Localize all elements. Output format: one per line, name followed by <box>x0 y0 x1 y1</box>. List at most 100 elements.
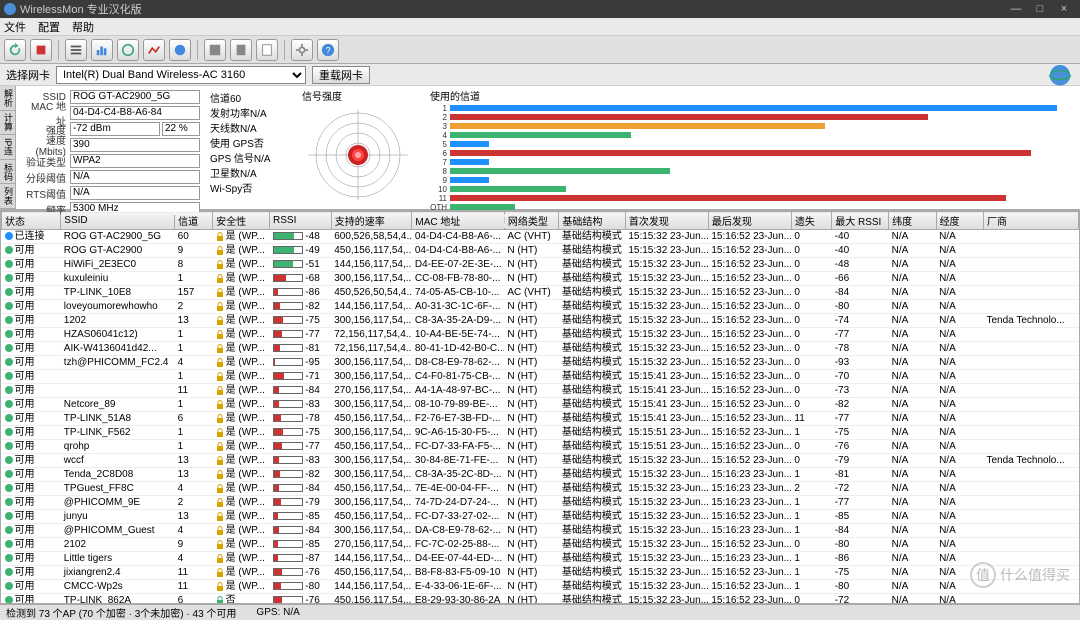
adapter-label: 选择网卡 <box>6 67 50 83</box>
signal-radar <box>298 105 418 205</box>
table-row[interactable]: 可用CMCC-Wp2s11是 (WP... -80144,156,117,54,… <box>2 580 1079 594</box>
table-row[interactable]: 已连接ROG GT-AC2900_5G60是 (WP... -48600,526… <box>2 230 1079 244</box>
table-row[interactable]: 可用TP-LINK_10E8157是 (WP... -86450,526,50,… <box>2 286 1079 300</box>
table-row[interactable]: 可用120213是 (WP... -75300,156,117,54,...C8… <box>2 314 1079 328</box>
table-row[interactable]: 可用Little tigers4是 (WP... -87144,156,117,… <box>2 552 1079 566</box>
rssi-bar <box>273 442 303 450</box>
toolbar-log-icon[interactable] <box>256 39 278 61</box>
status-dot-icon <box>5 358 13 366</box>
globe-icon <box>1046 61 1074 89</box>
col-last[interactable]: 最后发现 <box>708 212 791 230</box>
col-sec[interactable]: 安全性 <box>213 212 270 230</box>
menu-config[interactable]: 配置 <box>38 19 60 35</box>
table-row[interactable]: 可用kuxuleiniu1是 (WP... -68300,156,117,54,… <box>2 272 1079 286</box>
col-infra[interactable]: 基础结构 <box>559 212 625 230</box>
col-lon[interactable]: 经度 <box>936 212 983 230</box>
menu-help[interactable]: 帮助 <box>72 19 94 35</box>
toolbar-stop-icon[interactable] <box>30 39 52 61</box>
rssi-bar <box>273 554 303 562</box>
col-rates[interactable]: 支持的速率 <box>331 212 412 230</box>
channel-number: 7 <box>430 158 450 167</box>
ap-grid[interactable]: 状态SSID信道安全性RSSI支持的速率MAC 地址网络类型基础结构首次发现最后… <box>0 210 1080 604</box>
table-row[interactable]: 可用11是 (WP... -84270,156,117,54,...A4-1A-… <box>2 384 1079 398</box>
maximize-button[interactable]: □ <box>1028 3 1052 15</box>
col-maxr[interactable]: 最大 RSSI <box>832 212 889 230</box>
adapter-select[interactable]: Intel(R) Dual Band Wireless-AC 3160 <box>56 66 306 84</box>
reload-adapter-button[interactable]: 重载网卡 <box>312 66 370 84</box>
toolbar-refresh-icon[interactable] <box>4 39 26 61</box>
rssi-bar <box>273 512 303 520</box>
toolbar-chart-icon[interactable] <box>91 39 113 61</box>
table-row[interactable]: 可用jixiangren2.411是 (WP... -76450,156,117… <box>2 566 1079 580</box>
col-ssid[interactable]: SSID <box>61 212 175 230</box>
col-first[interactable]: 首次发现 <box>625 212 708 230</box>
col-net[interactable]: 网络类型 <box>504 212 559 230</box>
channel-bar <box>450 168 670 174</box>
toolbar-save-icon[interactable] <box>204 39 226 61</box>
toolbar-settings-icon[interactable] <box>291 39 313 61</box>
col-lost[interactable]: 遗失 <box>791 212 831 230</box>
tab-code[interactable]: 标码 <box>0 160 15 185</box>
table-row[interactable]: 可用Netcore_891是 (WP... -83300,156,117,54,… <box>2 398 1079 412</box>
toolbar-list-icon[interactable] <box>65 39 87 61</box>
tab-analysis[interactable]: 解析 <box>0 86 15 111</box>
channel-bar <box>450 186 566 192</box>
table-row[interactable]: 可用@PHICOMM_9E2是 (WP... -79300,156,117,54… <box>2 496 1079 510</box>
toolbar-globe-icon[interactable] <box>169 39 191 61</box>
rssi-bar <box>273 274 303 282</box>
toolbar-map-icon[interactable] <box>117 39 139 61</box>
table-row[interactable]: 可用TPGuest_FF8C4是 (WP... -84450,156,117,5… <box>2 482 1079 496</box>
table-row[interactable]: 可用1是 (WP... -71300,156,117,54,...C4-F0-8… <box>2 370 1079 384</box>
status-dot-icon <box>5 232 13 240</box>
status-ap-count: 检测到 73 个AP (70 个加密 · 3个未加密) · 43 个可用 <box>6 605 236 620</box>
tab-calc[interactable]: 计算 <box>0 111 15 136</box>
table-row[interactable]: 可用loveyoumorewhowho2是 (WP... -82144,156,… <box>2 300 1079 314</box>
col-chan[interactable]: 信道 <box>175 212 213 230</box>
app-icon <box>4 3 16 15</box>
close-button[interactable]: × <box>1052 3 1076 15</box>
col-mac[interactable]: MAC 地址 <box>412 212 505 230</box>
table-row[interactable]: 可用TP-LINK_F5621是 (WP... -75300,156,117,5… <box>2 426 1079 440</box>
table-row[interactable]: 可用HiWiFi_2E3EC08是 (WP... -51144,156,117,… <box>2 258 1079 272</box>
lock-icon <box>216 428 224 437</box>
lock-icon <box>216 526 224 535</box>
col-lat[interactable]: 纬度 <box>889 212 936 230</box>
lock-icon <box>216 498 224 507</box>
table-row[interactable]: 可用TP-LINK_862A6否 -76450,156,117,54,...E8… <box>2 594 1079 605</box>
table-row[interactable]: 可用ROG GT-AC29009是 (WP... -49450,156,117,… <box>2 244 1079 258</box>
info-value: 390 <box>70 138 200 152</box>
table-row[interactable]: 可用qrohp1是 (WP... -77450,156,117,54,...FC… <box>2 440 1079 454</box>
info-panel-2: 信道60发射功率N/A天线数N/A使用 GPS否GPS 信号N/A卫星数N/AW… <box>206 86 296 209</box>
col-status[interactable]: 状态 <box>2 212 61 230</box>
status-gps: GPS: N/A <box>256 607 299 618</box>
channel-bar <box>450 195 1006 201</box>
toolbar-graph-icon[interactable] <box>143 39 165 61</box>
status-dot-icon <box>5 372 13 380</box>
info-panel-1: SSIDROG GT-AC2900_5GMAC 地址04-D4-C4-B8-A6… <box>16 86 206 209</box>
table-row[interactable]: 可用tzh@PHICOMM_FC2.44是 (WP... -95300,156,… <box>2 356 1079 370</box>
toolbar: ? <box>0 36 1080 64</box>
table-row[interactable]: 可用@PHICOMM_Guest4是 (WP... -84300,156,117… <box>2 524 1079 538</box>
toolbar-export-icon[interactable] <box>230 39 252 61</box>
toolbar-help-icon[interactable]: ? <box>317 39 339 61</box>
rssi-bar <box>273 246 303 254</box>
table-row[interactable]: 可用21029是 (WP... -85270,156,117,54,...FC-… <box>2 538 1079 552</box>
table-row[interactable]: 可用TP-LINK_51A86是 (WP... -78450,156,117,5… <box>2 412 1079 426</box>
table-row[interactable]: 可用HZAS06041c12)1是 (WP... -7772,156,117,5… <box>2 328 1079 342</box>
table-row[interactable]: 可用AIK-W4136041d42...1是 (WP... -8172,156,… <box>2 342 1079 356</box>
rssi-bar <box>273 428 303 436</box>
channel-number: 9 <box>430 176 450 185</box>
table-row[interactable]: 可用junyu13是 (WP... -85450,156,117,54,...F… <box>2 510 1079 524</box>
tab-list[interactable]: 列表 <box>0 184 15 209</box>
channel-number: 1 <box>430 104 450 113</box>
tab-ipconn[interactable]: IP连接 <box>0 135 15 160</box>
table-row[interactable]: 可用wccf13是 (WP... -83300,156,117,54,...30… <box>2 454 1079 468</box>
rssi-bar <box>273 400 303 408</box>
table-row[interactable]: 可用Tenda_2C8D0813是 (WP... -82300,156,117,… <box>2 468 1079 482</box>
lock-icon <box>216 484 224 493</box>
menu-file[interactable]: 文件 <box>4 19 26 35</box>
col-vendor[interactable]: 厂商 <box>984 212 1079 230</box>
col-rssi[interactable]: RSSI <box>270 212 332 230</box>
main-panel: 解析 计算 IP连接 标码 列表 SSIDROG GT-AC2900_5GMAC… <box>0 86 1080 210</box>
minimize-button[interactable]: — <box>1004 3 1028 15</box>
